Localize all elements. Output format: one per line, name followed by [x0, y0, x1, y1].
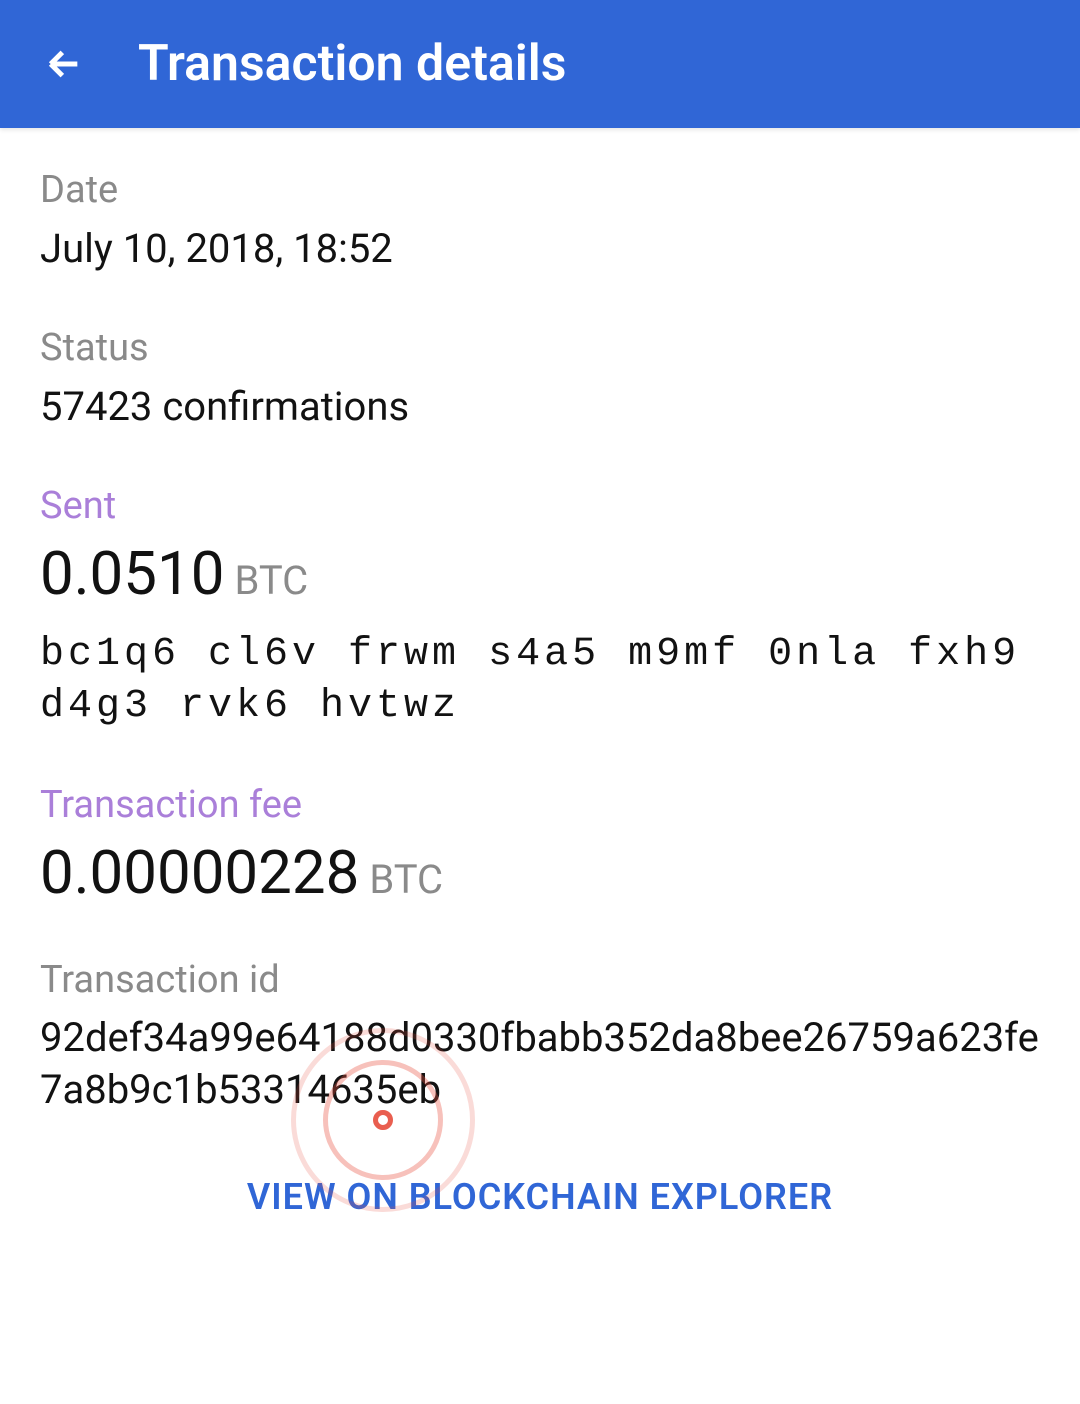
back-icon[interactable]	[40, 40, 88, 88]
status-value: 57423 confirmations	[40, 380, 1040, 434]
app-header: Transaction details	[0, 0, 1080, 128]
sent-amount-row: 0.0510 BTC	[40, 538, 1040, 609]
txid-label: Transaction id	[40, 958, 1040, 1002]
fee-amount: 0.00000228	[40, 837, 359, 908]
fee-section: Transaction fee 0.00000228 BTC	[40, 783, 1040, 908]
fee-amount-row: 0.00000228 BTC	[40, 837, 1040, 908]
sent-amount: 0.0510	[40, 538, 224, 609]
fee-label: Transaction fee	[40, 783, 1040, 827]
date-label: Date	[40, 168, 1040, 212]
date-section: Date July 10, 2018, 18:52	[40, 168, 1040, 276]
date-value: July 10, 2018, 18:52	[40, 222, 1040, 276]
sent-section: Sent 0.0510 BTC bc1q6 cl6v frwm s4a5 m9m…	[40, 484, 1040, 733]
page-title: Transaction details	[138, 35, 566, 93]
view-on-explorer-link[interactable]: VIEW ON BLOCKCHAIN EXPLORER	[40, 1176, 1040, 1218]
recipient-address: bc1q6 cl6v frwm s4a5 m9mf 0nla fxh9 d4g3…	[40, 629, 1040, 733]
sent-label: Sent	[40, 484, 1040, 528]
txid-section: Transaction id 92def34a99e64188d0330fbab…	[40, 958, 1040, 1116]
content: Date July 10, 2018, 18:52 Status 57423 c…	[0, 128, 1080, 1218]
fee-currency: BTC	[369, 856, 443, 903]
sent-currency: BTC	[234, 557, 308, 604]
status-section: Status 57423 confirmations	[40, 326, 1040, 434]
status-label: Status	[40, 326, 1040, 370]
txid-value: 92def34a99e64188d0330fbabb352da8bee26759…	[40, 1012, 1040, 1116]
